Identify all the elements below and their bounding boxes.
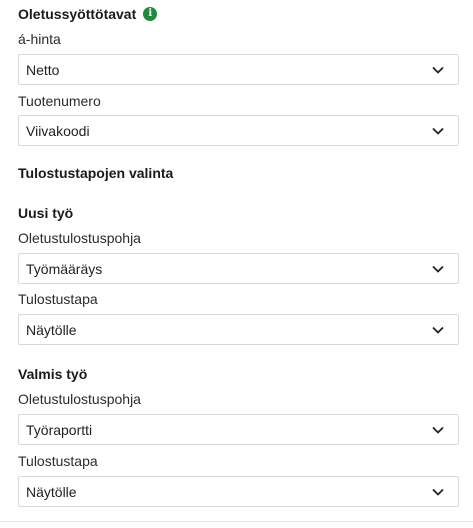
print-methods-heading: Tulostustapojen valinta: [18, 164, 173, 182]
finished-job-template-label: Oletustulostuspohja: [18, 391, 141, 407]
new-job-method-label: Tulostustapa: [18, 291, 98, 307]
defaults-heading: Oletussyöttötavat i: [18, 5, 158, 23]
bottom-divider: [0, 521, 473, 522]
new-job-template-value: Työmääräys: [26, 260, 103, 277]
unit-price-label: á-hinta: [18, 31, 61, 47]
info-icon[interactable]: i: [143, 7, 158, 21]
unit-price-select[interactable]: Netto: [18, 54, 459, 85]
new-job-template-label: Oletustulostuspohja: [18, 230, 141, 246]
chevron-down-icon: [432, 326, 444, 334]
product-number-label: Tuotenumero: [18, 93, 101, 109]
finished-job-heading: Valmis työ: [18, 365, 87, 383]
chevron-down-icon: [432, 426, 444, 434]
new-job-heading: Uusi työ: [18, 204, 73, 222]
product-number-value: Viivakoodi: [26, 122, 90, 139]
unit-price-value: Netto: [26, 61, 60, 78]
new-job-method-value: Näytölle: [26, 321, 77, 338]
new-job-template-select[interactable]: Työmääräys: [18, 253, 459, 284]
product-number-select[interactable]: Viivakoodi: [18, 115, 459, 146]
chevron-down-icon: [432, 66, 444, 74]
print-methods-heading-text: Tulostustapojen valinta: [18, 165, 174, 181]
chevron-down-icon: [432, 127, 444, 135]
finished-job-heading-text: Valmis työ: [18, 366, 88, 382]
finished-job-template-value: Työraportti: [26, 421, 93, 438]
defaults-heading-text: Oletussyöttötavat: [18, 6, 137, 22]
new-job-heading-text: Uusi työ: [18, 205, 74, 221]
finished-job-method-label: Tulostustapa: [18, 453, 98, 469]
chevron-down-icon: [432, 488, 444, 496]
finished-job-template-select[interactable]: Työraportti: [18, 414, 459, 445]
new-job-method-select[interactable]: Näytölle: [18, 314, 459, 345]
chevron-down-icon: [432, 265, 444, 273]
finished-job-method-value: Näytölle: [26, 483, 77, 500]
finished-job-method-select[interactable]: Näytölle: [18, 476, 459, 507]
